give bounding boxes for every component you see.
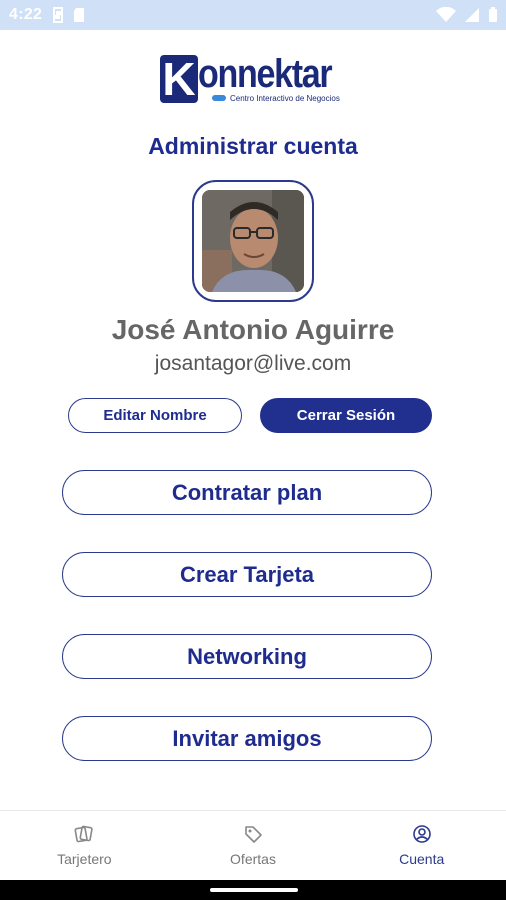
contract-plan-button[interactable]: Contratar plan [62, 470, 432, 515]
gesture-bar [0, 880, 506, 900]
avatar-frame[interactable] [192, 180, 314, 302]
create-card-button[interactable]: Crear Tarjeta [62, 552, 432, 597]
page-title: Administrar cuenta [148, 133, 358, 159]
nav-cuenta[interactable]: Cuenta [337, 811, 506, 880]
logo-wordmark: onnektar [198, 52, 333, 96]
status-system-icons [436, 7, 498, 23]
logo-tagline: Centro Interactivo de Negocios [230, 94, 340, 103]
user-email: josantagor@live.com [154, 352, 352, 375]
wifi-icon [436, 7, 456, 22]
sim-settings-icon [53, 7, 64, 23]
avatar [202, 190, 304, 292]
avatar-photo [202, 190, 304, 292]
invite-friends-button[interactable]: Invitar amigos [62, 716, 432, 761]
status-bar: 4:22 [0, 0, 506, 30]
signal-icon [465, 8, 479, 22]
logo-link-icon [212, 95, 226, 101]
nav-label-cuenta: Cuenta [399, 851, 445, 867]
cards-icon [74, 825, 94, 843]
edit-name-button[interactable]: Editar Nombre [68, 398, 242, 433]
nav-label-tarjetero: Tarjetero [57, 851, 112, 867]
nav-label-ofertas: Ofertas [230, 851, 276, 867]
konnektar-logo: K onnektar Centro Interactivo de Negocio… [160, 52, 350, 106]
nav-ofertas[interactable]: Ofertas [169, 811, 338, 880]
networking-button[interactable]: Networking [62, 634, 432, 679]
sd-card-icon [74, 8, 85, 22]
logout-button[interactable]: Cerrar Sesión [260, 398, 432, 433]
battery-icon [489, 7, 497, 22]
bottom-navigation: Tarjetero Ofertas Cuenta [0, 810, 506, 880]
account-icon [412, 825, 431, 843]
tag-icon [245, 826, 262, 843]
status-notifications [52, 7, 85, 23]
status-time: 4:22 [9, 6, 43, 23]
nav-tarjetero[interactable]: Tarjetero [0, 811, 169, 880]
logo-k-mark: K [160, 55, 198, 103]
home-gesture-handle[interactable] [210, 888, 298, 892]
user-name: José Antonio Aguirre [111, 314, 395, 345]
